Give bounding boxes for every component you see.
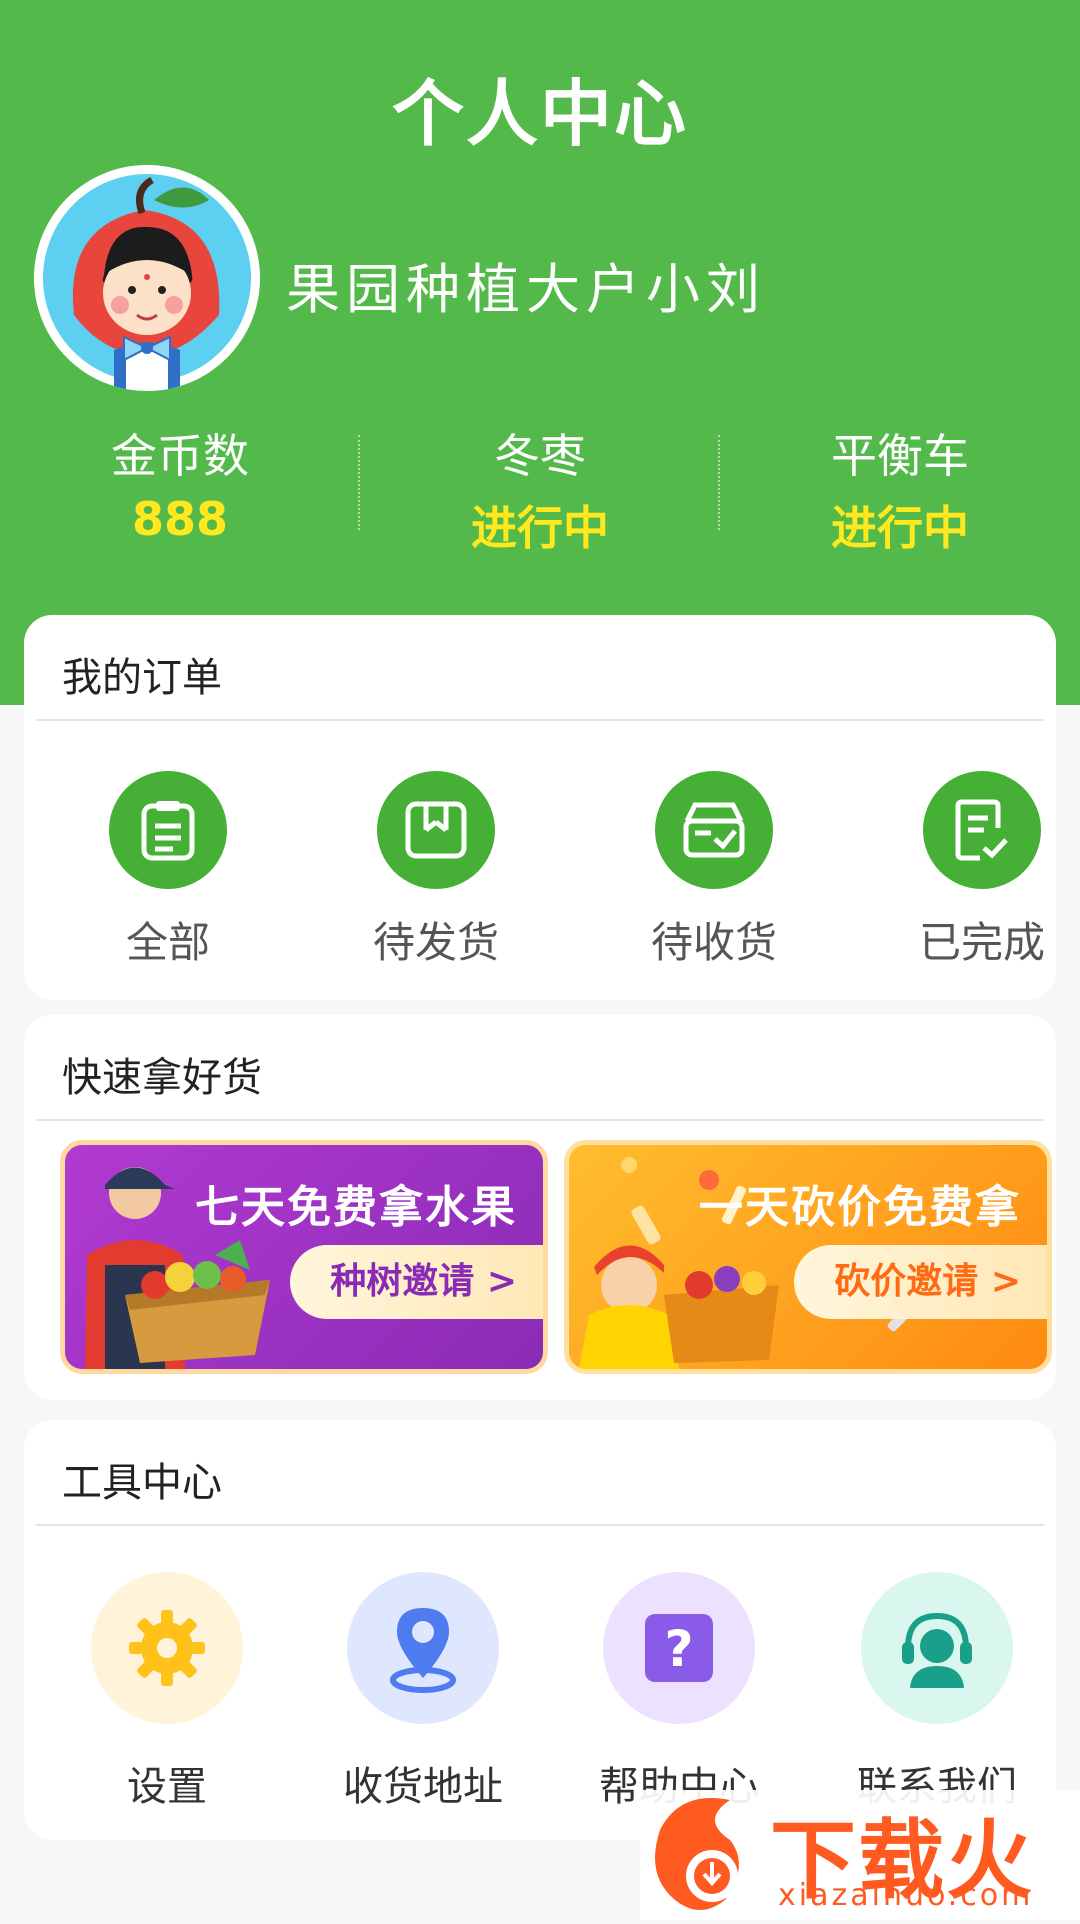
inbox-check-icon [655, 771, 773, 889]
order-label: 全部 [125, 918, 210, 967]
bargain-invite-button[interactable]: 砍价邀请 > [794, 1245, 1047, 1319]
document-check-icon [923, 771, 1041, 889]
tool-label: 设置 [127, 1764, 207, 1810]
stat-value: 进行中 [471, 501, 609, 555]
apple-boy-avatar-icon [34, 165, 260, 391]
order-all[interactable]: 全部 [68, 771, 268, 970]
clipboard-icon [109, 771, 227, 889]
watermark-url: xiazaihuo.com [778, 1878, 1034, 1913]
stat-label: 平衡车 [831, 429, 969, 483]
banner-title: 七天免费拿水果 [195, 1182, 517, 1233]
promo-title: 快速拿好货 [62, 1055, 262, 1101]
package-icon [377, 771, 495, 889]
tool-label: 收货地址 [343, 1764, 503, 1810]
order-label: 待发货 [372, 918, 499, 967]
stat-label: 冬枣 [494, 429, 586, 483]
page-title: 个人中心 [391, 72, 688, 156]
stat-label: 金币数 [111, 429, 249, 483]
avatar[interactable] [34, 165, 260, 391]
gear-icon [91, 1572, 243, 1724]
order-pending-shipment[interactable]: 待发货 [336, 771, 536, 970]
tool-help-center[interactable]: ? 帮助中心 [564, 1572, 794, 1812]
orders-title: 我的订单 [62, 655, 222, 701]
location-pin-icon [347, 1572, 499, 1724]
stat-balance-scooter[interactable]: 平衡车 进行中 [720, 420, 1080, 558]
tools-card: 工具中心 设置 收货地址 ? 帮助中心 联系我们 [24, 1420, 1056, 1840]
order-completed[interactable]: 已完成 [882, 771, 1080, 970]
stat-value: 888 [131, 492, 229, 546]
stat-winter-jujube[interactable]: 冬枣 进行中 [360, 420, 720, 558]
order-pending-receipt[interactable]: 待收货 [614, 771, 814, 970]
svg-text:?: ? [664, 1620, 693, 1678]
tools-title: 工具中心 [62, 1460, 222, 1506]
username: 果园种植大户小刘 [286, 258, 766, 321]
tool-settings[interactable]: 设置 [52, 1572, 282, 1812]
banner-free-fruit[interactable]: 七天免费拿水果 种树邀请 > [60, 1140, 548, 1374]
stat-value: 进行中 [831, 501, 969, 555]
orders-card: 我的订单 全部 待发货 待收货 已完成 [24, 615, 1056, 1000]
divider [36, 1524, 1044, 1526]
question-icon: ? [603, 1572, 755, 1724]
plant-tree-invite-button[interactable]: 种树邀请 > [290, 1245, 543, 1319]
divider [36, 1119, 1044, 1121]
banner-bargain[interactable]: 一天砍价免费拿 砍价邀请 > [564, 1140, 1052, 1374]
tool-contact-us[interactable]: 联系我们 [822, 1572, 1052, 1812]
order-label: 已完成 [918, 918, 1045, 967]
order-label: 待收货 [650, 918, 777, 967]
headset-agent-icon [861, 1572, 1013, 1724]
divider [36, 719, 1044, 721]
banner-title: 一天砍价免费拿 [699, 1182, 1021, 1233]
stat-coins[interactable]: 金币数 888 [0, 420, 360, 546]
tool-shipping-address[interactable]: 收货地址 [308, 1572, 538, 1812]
